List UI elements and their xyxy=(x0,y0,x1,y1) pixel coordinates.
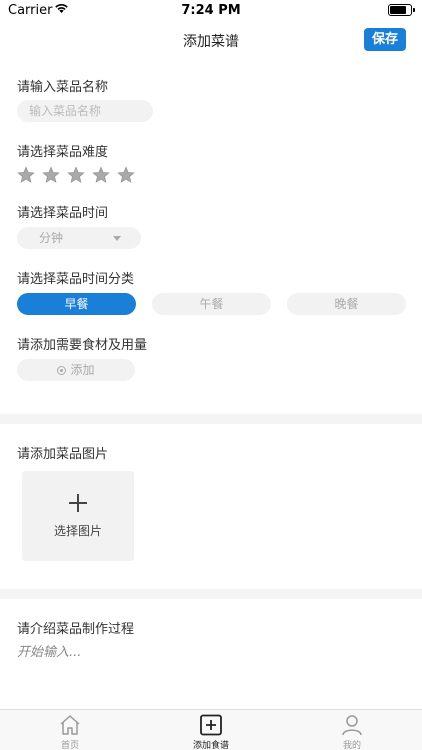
image-label: 请添加菜品图片 xyxy=(17,447,109,462)
tab-home[interactable]: 首页 xyxy=(0,710,140,750)
star-icon[interactable] xyxy=(92,166,110,184)
save-button[interactable]: 保存 xyxy=(364,28,406,51)
category-label: 请选择菜品时间分类 xyxy=(17,272,135,287)
tab-profile-label: 我的 xyxy=(342,741,361,750)
clock: 7:24 PM xyxy=(181,3,241,18)
star-icon[interactable] xyxy=(67,166,85,184)
time-select[interactable]: 分钟 xyxy=(17,227,141,249)
process-label: 请介绍菜品制作过程 xyxy=(17,622,135,637)
star-icon[interactable] xyxy=(42,166,60,184)
time-label: 请选择菜品时间 xyxy=(17,206,109,221)
star-icon[interactable] xyxy=(17,166,35,184)
tab-add-recipe-label: 添加食谱 xyxy=(192,741,229,750)
category-dinner[interactable]: 晚餐 xyxy=(287,293,406,315)
chevron-down-icon xyxy=(113,236,121,241)
tab-add-recipe[interactable]: 添加食谱 xyxy=(141,710,281,750)
difficulty-label: 请选择菜品难度 xyxy=(17,145,109,160)
section-divider xyxy=(0,414,422,424)
category-lunch[interactable]: 午餐 xyxy=(152,293,271,315)
star-icon[interactable] xyxy=(117,166,135,184)
home-icon xyxy=(60,715,80,735)
nav-bar: 添加菜谱 保存 xyxy=(0,22,422,60)
process-input[interactable] xyxy=(17,642,407,662)
tab-home-label: 首页 xyxy=(60,741,79,750)
add-circle-icon xyxy=(57,366,67,375)
choose-image-button[interactable]: 选择图片 xyxy=(22,471,134,561)
ingredients-label: 请添加需要食材及用量 xyxy=(17,338,148,353)
name-label: 请输入菜品名称 xyxy=(17,80,109,95)
dish-name-input[interactable] xyxy=(17,100,153,122)
battery-fill xyxy=(390,6,407,14)
plus-icon xyxy=(68,493,88,513)
choose-image-label: 选择图片 xyxy=(53,524,102,538)
status-bar: Carrier 7:24 PM xyxy=(0,0,422,22)
add-recipe-icon xyxy=(200,714,222,736)
tab-profile[interactable]: 我的 xyxy=(282,710,422,750)
page-title: 添加菜谱 xyxy=(183,34,239,50)
category-breakfast[interactable]: 早餐 xyxy=(17,293,136,315)
section-divider xyxy=(0,589,422,599)
battery-icon xyxy=(388,4,415,16)
tab-bar: 首页 添加食谱 我的 xyxy=(0,709,422,750)
add-ingredient-label: 添加 xyxy=(70,363,95,377)
time-select-value: 分钟 xyxy=(39,231,64,245)
add-ingredient-button[interactable]: 添加 xyxy=(17,359,135,381)
difficulty-stars[interactable] xyxy=(17,166,135,184)
profile-icon xyxy=(342,715,362,736)
